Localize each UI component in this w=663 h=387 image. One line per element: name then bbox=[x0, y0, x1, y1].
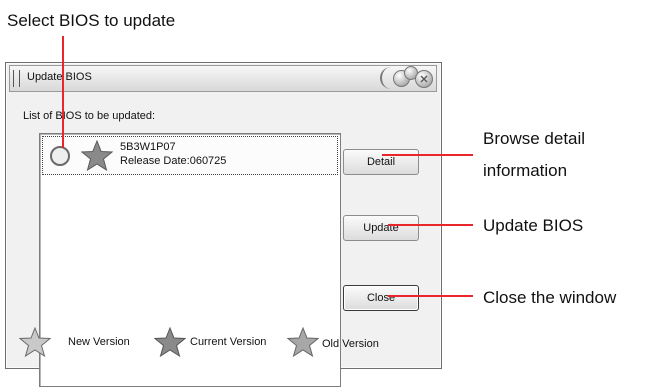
callout-browse-detail: Browse detail information bbox=[483, 127, 585, 183]
new-version-star-icon bbox=[19, 327, 51, 357]
legend-new-version: New Version bbox=[68, 336, 130, 348]
grip-icon bbox=[13, 70, 20, 87]
bios-release-date: Release Date:060725 bbox=[120, 155, 227, 167]
callout-close-window: Close the window bbox=[483, 288, 617, 307]
title-bar[interactable]: Update BIOS bbox=[9, 65, 437, 92]
callout-line-detail bbox=[382, 154, 473, 156]
star-icon bbox=[81, 140, 113, 172]
close-button[interactable]: Close bbox=[343, 285, 419, 311]
callout-browse-detail-line2: information bbox=[483, 161, 568, 180]
select-radio[interactable] bbox=[50, 146, 70, 166]
version-legend: New Version Current Version Old Version bbox=[13, 327, 433, 357]
callout-update-bios: Update BIOS bbox=[483, 216, 584, 235]
window-title: Update BIOS bbox=[27, 71, 92, 83]
callout-line-select bbox=[62, 36, 64, 148]
legend-old-version: Old Version bbox=[322, 338, 379, 350]
close-icon[interactable] bbox=[415, 70, 433, 88]
callout-line-update bbox=[388, 224, 473, 226]
list-item[interactable]: 5B3W1P07 Release Date:060725 bbox=[42, 136, 338, 175]
legend-current-version: Current Version bbox=[190, 336, 267, 348]
bios-name: 5B3W1P07 bbox=[120, 141, 176, 153]
callout-browse-detail-line1: Browse detail bbox=[483, 129, 586, 148]
old-version-star-icon bbox=[287, 327, 319, 357]
callout-select-bios: Select BIOS to update bbox=[7, 11, 176, 30]
detail-button[interactable]: Detail bbox=[343, 149, 419, 175]
current-version-star-icon bbox=[154, 327, 186, 357]
title-ornament bbox=[380, 67, 392, 89]
update-bios-window: Update BIOS List of BIOS to be updated: … bbox=[5, 62, 442, 387]
list-label: List of BIOS to be updated: bbox=[23, 110, 156, 122]
callout-line-close bbox=[388, 295, 473, 297]
update-button[interactable]: Update bbox=[343, 215, 419, 241]
